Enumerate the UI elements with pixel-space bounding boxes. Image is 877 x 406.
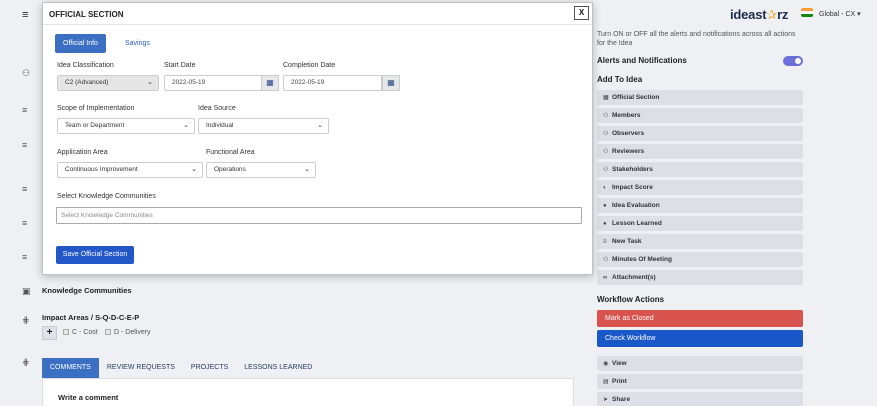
share-icon: ➤ [603, 397, 609, 403]
chevron-down-icon: ⌄ [183, 122, 189, 129]
list-icon[interactable]: ≡ [22, 141, 33, 150]
list-icon[interactable]: ≡ [22, 106, 33, 115]
group-icon: ⚇ [603, 257, 609, 263]
add-impact-area-button[interactable]: + [42, 326, 57, 340]
list-icon[interactable]: ≡ [22, 253, 33, 262]
add-members-button[interactable]: ⚇ Members [597, 108, 803, 123]
print-button[interactable]: ▤ Print [597, 374, 803, 389]
map-pin-icon: ● [603, 221, 607, 227]
completion-date-input[interactable]: 2022-05-19 [283, 75, 382, 91]
modal-title: OFFICIAL SECTION [49, 10, 124, 19]
application-area-select[interactable]: Continuous Improvement ⌄ [57, 162, 203, 178]
write-comment-label: Write a comment [58, 393, 119, 402]
map-pin-icon: ● [603, 203, 607, 209]
tab-savings[interactable]: Savings [125, 40, 150, 47]
close-modal-button[interactable]: X [574, 6, 589, 20]
chevron-down-icon: ⌄ [191, 166, 197, 173]
tab-comments[interactable]: COMMENTS [42, 358, 99, 378]
paperclip-icon: ∞ [603, 275, 608, 281]
list-icon: ≡ [603, 239, 607, 245]
add-minutes-of-meeting-button[interactable]: ⚇ Minutes Of Meeting [597, 252, 803, 267]
left-icon-rail: ≡ ⚇ ≡ ≡ ≡ ≡ ≡ ▣ ⋕ ⋕ [0, 0, 40, 406]
idea-classification-label: Idea Classification [57, 62, 114, 69]
chevron-down-icon: ⌄ [147, 79, 153, 86]
app-logo[interactable]: ideast✰rz [730, 7, 788, 23]
add-lesson-learned-button[interactable]: ● Lesson Learned [597, 216, 803, 231]
sliders-icon[interactable]: ⋕ [22, 316, 33, 325]
impact-areas-heading: Impact Areas / S-Q-D-C-E-P [42, 313, 140, 322]
eye-icon: ◉ [603, 361, 609, 367]
half-circle-icon: ◐ [603, 185, 607, 191]
idea-source-select[interactable]: Individual ⌄ [198, 118, 329, 134]
bottom-tabs: COMMENTS REVIEW REQUESTS PROJECTS LESSONS L… [42, 358, 320, 378]
alerts-description: Turn ON or OFF all the alerts and notifi… [597, 31, 796, 47]
scope-label: Scope of Implementation [57, 105, 135, 112]
save-official-section-button[interactable]: Save Official Section [56, 246, 134, 264]
official-section-modal: OFFICIAL SECTION X Official Info Savings… [42, 2, 593, 275]
chevron-down-icon: ⌄ [304, 166, 310, 173]
users-icon: ⚇ [603, 167, 609, 173]
checkbox-icon [105, 329, 111, 336]
delivery-checkbox[interactable]: D - Delivery [105, 329, 151, 336]
chevron-down-icon: ⌄ [317, 122, 323, 129]
add-idea-evaluation-button[interactable]: ● Idea Evaluation [597, 198, 803, 213]
users-icon: ⚇ [603, 149, 609, 155]
workflow-actions-title: Workflow Actions [597, 295, 665, 304]
add-to-idea-title: Add To Idea [597, 75, 643, 84]
right-panel: Turn ON or OFF all the alerts and notifi… [597, 30, 805, 406]
india-flag-icon [801, 8, 813, 17]
tab-review-requests[interactable]: REVIEW REQUESTS [99, 358, 183, 378]
tab-official-info[interactable]: Official Info [55, 34, 106, 53]
logo-star-icon: ✰ [766, 7, 778, 22]
add-attachments-button[interactable]: ∞ Attachment(s) [597, 270, 803, 285]
application-area-label: Application Area [57, 149, 108, 156]
start-date-input[interactable]: 2022-05-19 [164, 75, 262, 91]
sliders-icon[interactable]: ⋕ [22, 358, 33, 367]
alerts-toggle[interactable] [783, 56, 803, 66]
hamburger-menu-icon[interactable]: ≡ [22, 9, 28, 21]
idea-classification-select[interactable]: C2 (Advanced) ⌄ [57, 75, 159, 91]
checkbox-icon [63, 329, 69, 336]
comment-panel: Write a comment [42, 378, 574, 406]
list-icon[interactable]: ≡ [22, 185, 33, 194]
start-date-label: Start Date [164, 62, 196, 69]
users-icon: ⚇ [603, 131, 609, 137]
check-workflow-button[interactable]: Check Workflow [597, 330, 803, 347]
add-new-task-button[interactable]: ≡ New Task [597, 234, 803, 249]
building-icon: ▦ [603, 95, 609, 101]
region-selector[interactable]: Global - CX ▾ [819, 10, 861, 18]
calendar-icon[interactable]: ▦ [261, 75, 279, 91]
print-icon: ▤ [603, 379, 609, 385]
calendar-icon[interactable]: ▦ [382, 75, 400, 91]
add-official-section-button[interactable]: ▦ Official Section [597, 90, 803, 105]
completion-date-label: Completion Date [283, 62, 336, 69]
knowledge-communities-heading: Knowledge Communities [42, 286, 132, 295]
mark-as-closed-button[interactable]: Mark as Closed [597, 310, 803, 327]
idea-source-label: Idea Source [198, 105, 236, 112]
list-icon[interactable]: ≡ [22, 219, 33, 228]
add-observers-button[interactable]: ⚇ Observers [597, 126, 803, 141]
add-stakeholders-button[interactable]: ⚇ Stakeholders [597, 162, 803, 177]
cost-checkbox[interactable]: C - Cost [63, 329, 98, 336]
alerts-title: Alerts and Notifications [597, 56, 687, 65]
users-icon[interactable]: ⚇ [22, 69, 33, 78]
functional-area-select[interactable]: Operations ⌄ [206, 162, 316, 178]
functional-area-label: Functional Area [206, 149, 255, 156]
scope-select[interactable]: Team or Department ⌄ [57, 118, 195, 134]
view-button[interactable]: ◉ View [597, 356, 803, 371]
modal-header [43, 3, 592, 25]
chat-icon[interactable]: ▣ [22, 287, 33, 296]
share-button[interactable]: ➤ Share [597, 392, 803, 406]
tab-projects[interactable]: PROJECTS [183, 358, 236, 378]
knowledge-communities-label: Select Knowledge Communities [57, 193, 156, 200]
users-icon: ⚇ [603, 113, 609, 119]
add-reviewers-button[interactable]: ⚇ Reviewers [597, 144, 803, 159]
tab-lessons-learned[interactable]: LESSONS LEARNED [236, 358, 320, 378]
add-impact-score-button[interactable]: ◐ Impact Score [597, 180, 803, 195]
knowledge-communities-input[interactable]: Select Knowledge Communities [56, 207, 582, 224]
